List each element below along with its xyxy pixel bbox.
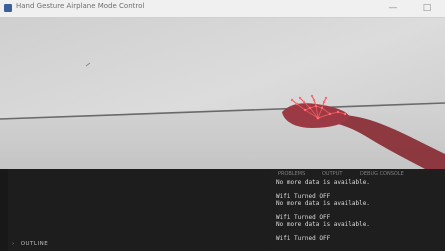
outline-section[interactable]: › OUTLINE (12, 241, 48, 247)
output-line: No more data is available. (276, 179, 370, 186)
chevron-right-icon: › (12, 241, 15, 247)
outline-label: OUTLINE (20, 241, 49, 247)
camera-frame-svg (0, 18, 445, 169)
window-title: Hand Gesture Airplane Mode Control (16, 2, 145, 10)
title-bar: Hand Gesture Airplane Mode Control — □ (0, 0, 445, 18)
app-icon (4, 4, 12, 12)
output-log: No more data is available. Wifi Turned O… (276, 179, 444, 251)
panel-tabs: PROBLEMS OUTPUT DEBUG CONSOLE (278, 171, 444, 178)
minimize-button[interactable]: — (381, 0, 405, 17)
editor-area (8, 169, 270, 251)
tab-problems[interactable]: PROBLEMS (278, 171, 305, 177)
output-line: Wifi Turned OFF (276, 235, 331, 242)
tab-output[interactable]: OUTPUT (322, 171, 342, 177)
maximize-button[interactable]: □ (415, 0, 439, 17)
output-line: No more data is available. (276, 221, 370, 228)
tab-debug-console[interactable]: DEBUG CONSOLE (360, 171, 404, 177)
output-line: Wifi Turned OFF (276, 193, 331, 200)
camera-feed (0, 18, 445, 169)
output-line: Wifi Turned OFF (276, 214, 331, 221)
output-line: No more data is available. (276, 200, 370, 207)
